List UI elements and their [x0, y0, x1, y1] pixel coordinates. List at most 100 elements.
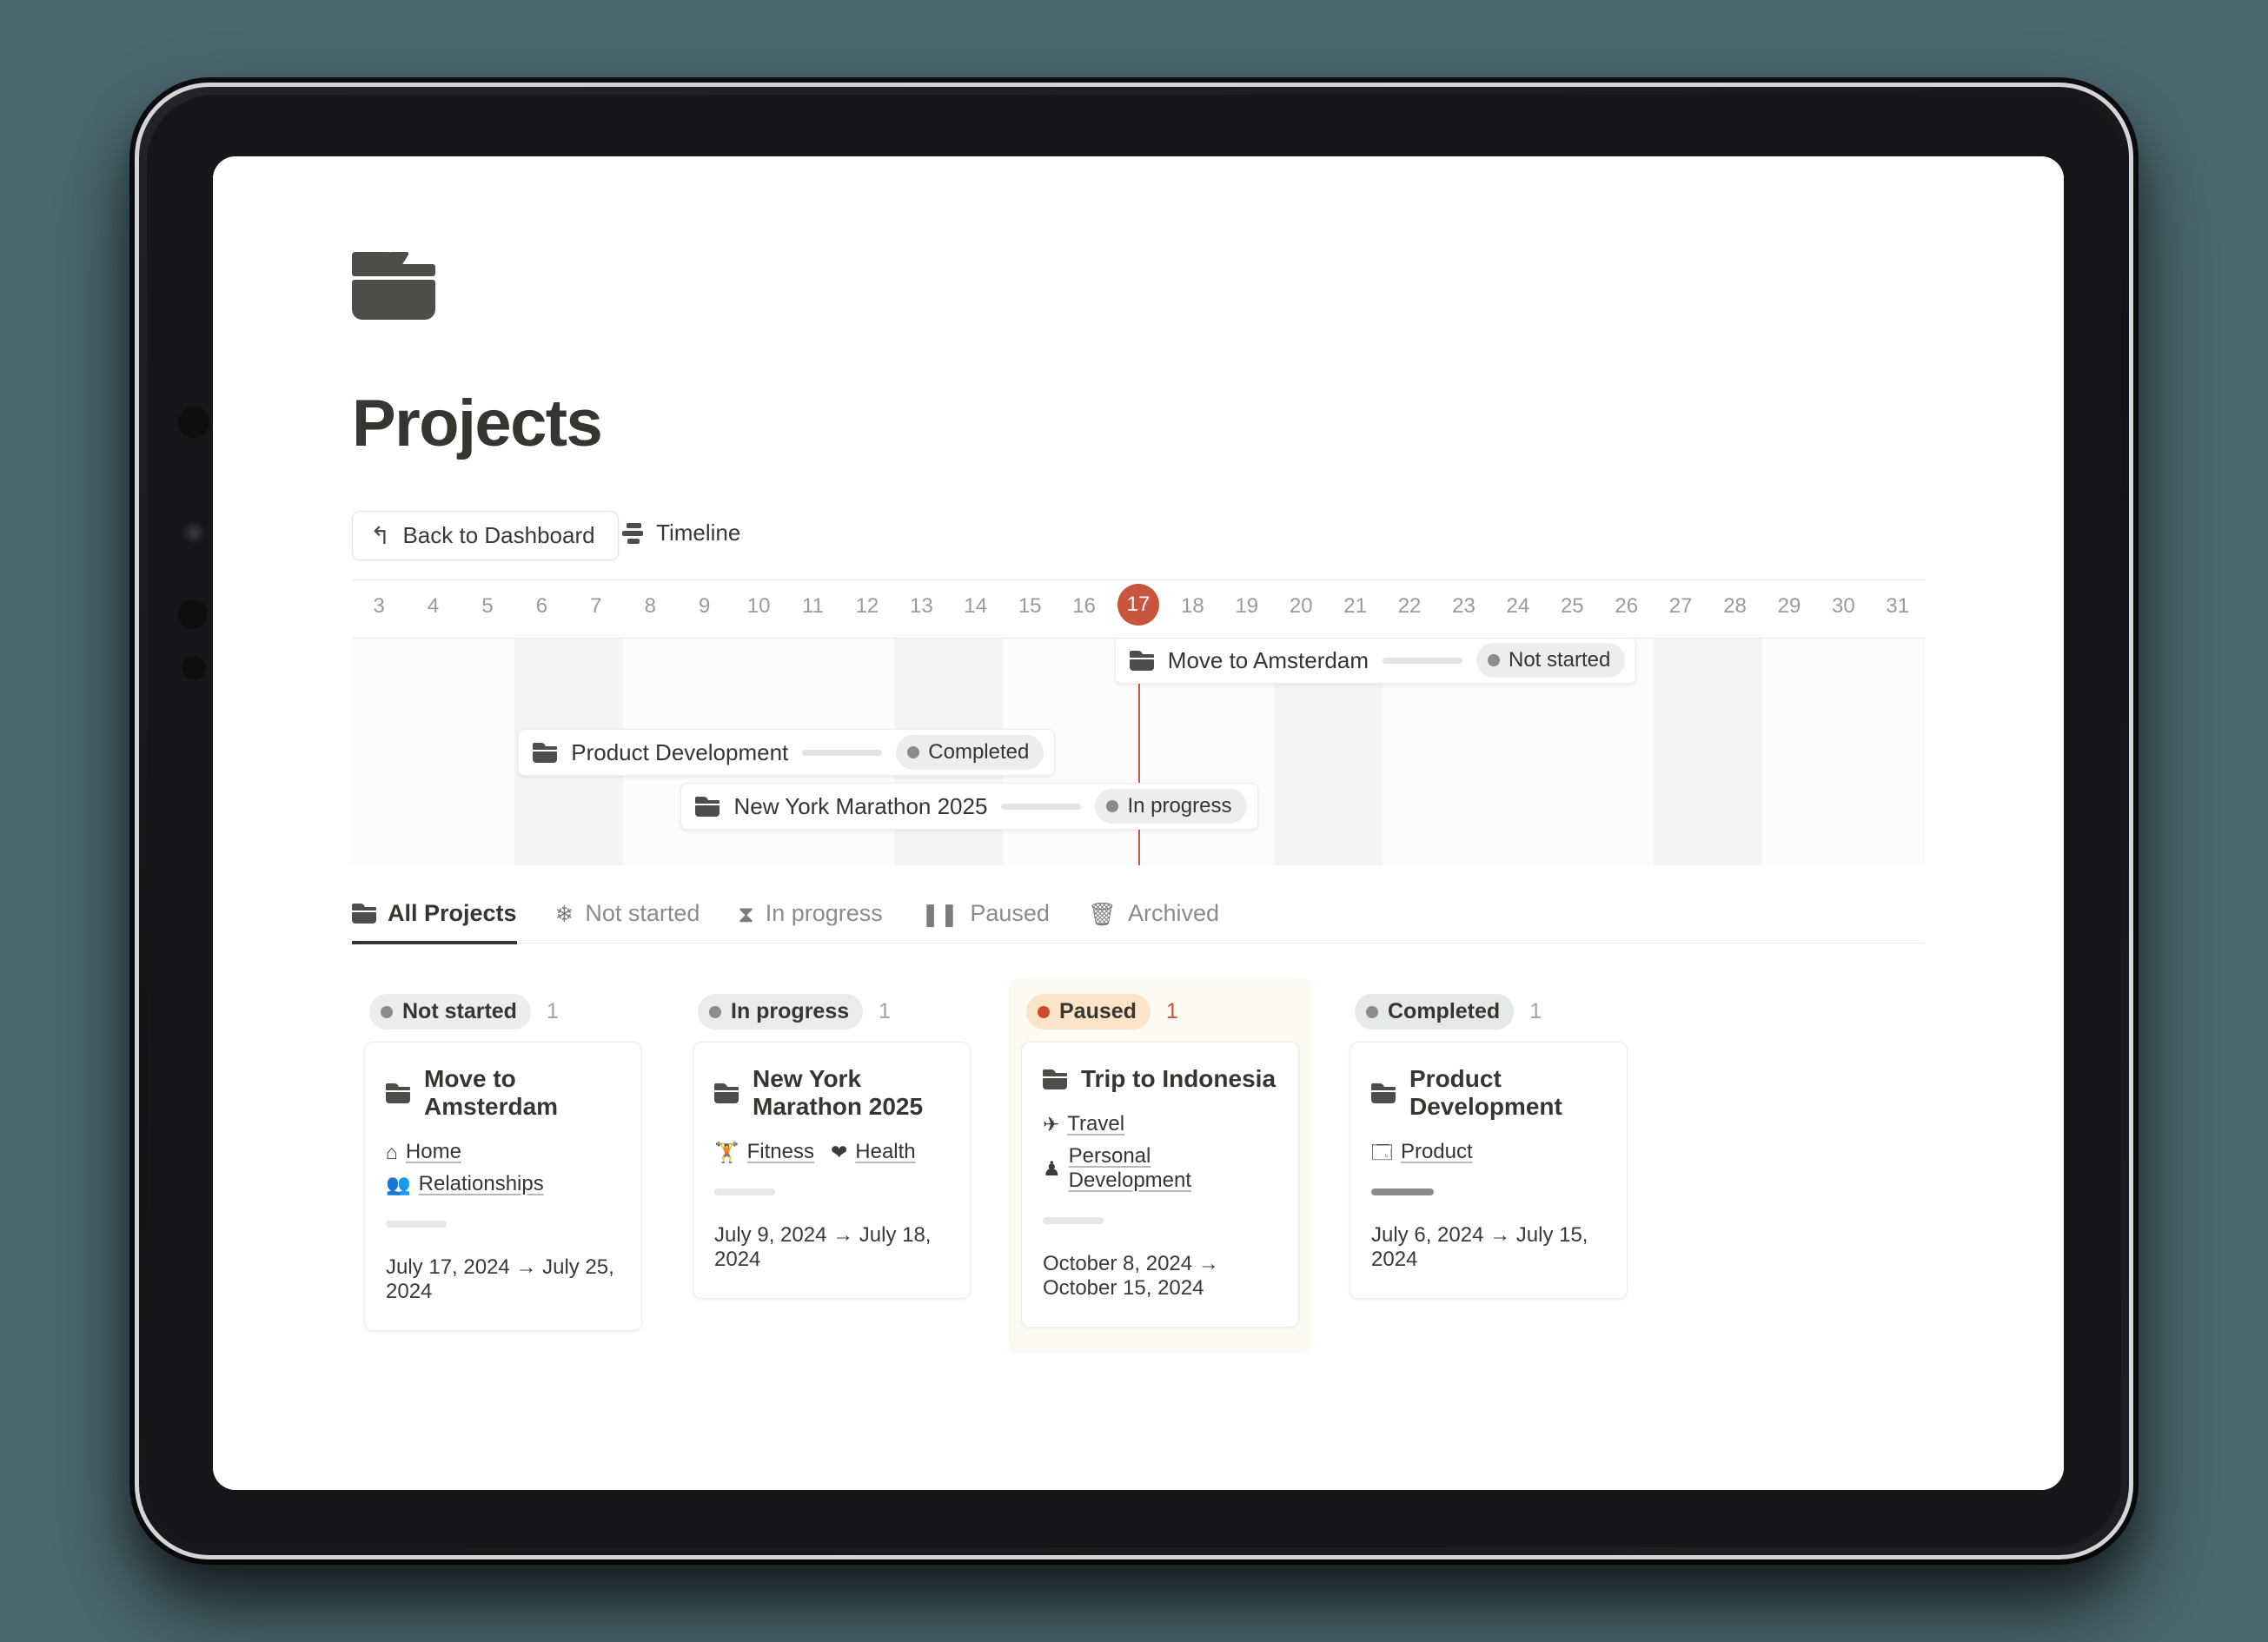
card-tag[interactable]: ✈ Travel — [1043, 1112, 1124, 1136]
project-card[interactable]: Trip to Indonesia ✈ Travel ♟ Personal Develo… — [1021, 1042, 1299, 1328]
tab-icon: ⧗ — [738, 900, 754, 927]
column-header: In progress 1 — [693, 990, 971, 1042]
column-header: Paused 1 — [1021, 990, 1299, 1042]
date-tick: 24 — [1506, 594, 1530, 618]
tag-label: Travel — [1067, 1112, 1125, 1135]
timeline-view-label: Timeline — [656, 520, 741, 546]
date-tick: 3 — [373, 594, 385, 618]
date-tick: 26 — [1615, 594, 1639, 618]
project-card[interactable]: Move to Amsterdam ⌂ Home 👥 Relationships July… — [364, 1042, 642, 1331]
date-tick: 21 — [1343, 594, 1367, 618]
card-title: New York Marathon 2025 — [714, 1065, 949, 1121]
timeline-grid: Move to Amsterdam Not started Product Deve… — [352, 638, 1925, 865]
date-tick: 4 — [427, 594, 440, 618]
card-progress-bar — [1371, 1188, 1434, 1195]
card-title-label: Move to Amsterdam — [424, 1065, 559, 1120]
folder-icon — [533, 742, 558, 763]
tag-label: Home — [405, 1140, 461, 1163]
card-title: Move to Amsterdam — [386, 1065, 620, 1121]
timeline-date-ruler: 3 4 5 6 7 8 9 10 11 12 13 14 15 16 17 18 19 20 21 22 23 24 25 2… — [352, 580, 1925, 638]
date-tick: 10 — [746, 594, 771, 618]
card-tags: ✈ Travel ♟ Personal Development — [1043, 1112, 1277, 1193]
card-tags: ⌂ Home 👥 Relationships — [386, 1140, 620, 1196]
folder-icon — [352, 252, 435, 320]
status-dot — [1038, 1005, 1050, 1018]
tag-label: Personal Development — [1068, 1144, 1192, 1192]
tag-icon: ⌂ — [386, 1140, 398, 1163]
status-badge: Paused — [1026, 994, 1151, 1030]
date-tick: 16 — [1072, 594, 1096, 618]
tab-icon: 🗑 — [1087, 900, 1117, 927]
timeline-chart: 3 4 5 6 7 8 9 10 11 12 13 14 15 16 17 18 19 20 21 22 23 24 25 2… — [352, 580, 1925, 867]
status-label: Paused — [1059, 999, 1137, 1023]
timeline-view-icon — [622, 522, 645, 544]
status-label: Completed — [928, 740, 1030, 764]
date-tick: 15 — [1018, 594, 1042, 618]
tab-timeline[interactable]: Timeline — [622, 520, 740, 546]
column-header: Completed 1 — [1350, 990, 1628, 1042]
tag-label: Relationships — [418, 1172, 544, 1195]
card-tag[interactable]: ⌂ Home — [386, 1140, 461, 1164]
timeline-bar[interactable]: Move to Amsterdam Not started — [1114, 639, 1637, 684]
tag-label: Fitness — [746, 1140, 814, 1163]
timeline-bar[interactable]: Product Development Completed — [518, 729, 1056, 776]
column-count: 1 — [879, 999, 892, 1023]
status-badge: Not started — [369, 994, 531, 1030]
card-title: Product Development — [1371, 1065, 1606, 1121]
board-column: Paused 1 Trip to Indonesia ✈ Travel ♟ Personal… — [1009, 978, 1311, 1354]
timeline-bar-title: Move to Amsterdam — [1167, 646, 1369, 673]
project-card[interactable]: New York Marathon 2025 🏋 Fitness ❤ Health Jul… — [693, 1042, 971, 1299]
card-tag[interactable]: 🏋 Fitness — [714, 1140, 814, 1164]
status-dot — [381, 1005, 393, 1018]
card-tag[interactable]: 🗔 Product — [1371, 1140, 1473, 1164]
tab-label: All Projects — [388, 900, 517, 926]
date-tick: 5 — [481, 594, 494, 618]
tab-all-projects[interactable]: All Projects — [352, 900, 517, 944]
date-tick: 28 — [1723, 594, 1747, 618]
weekend-band — [1653, 639, 1708, 865]
card-tags: 🏋 Fitness ❤ Health — [714, 1140, 949, 1164]
date-tick: 7 — [590, 594, 602, 618]
status-badge: Not started — [1476, 643, 1626, 678]
date-tick: 30 — [1832, 594, 1855, 618]
column-count: 1 — [546, 999, 559, 1023]
status-dot — [1487, 654, 1500, 666]
tab-archived[interactable]: 🗑 Archived — [1088, 900, 1219, 944]
folder-icon — [695, 796, 720, 817]
front-camera — [178, 407, 209, 438]
tab-label: Not started — [585, 900, 700, 926]
project-card[interactable]: Product Development 🗔 Product July 6, 2024 … — [1350, 1042, 1628, 1299]
date-tick: 9 — [699, 594, 711, 618]
status-dot — [1366, 1005, 1378, 1018]
board-column: Not started 1 Move to Amsterdam ⌂ Home 👥 Relat… — [352, 978, 654, 1354]
card-tags: 🗔 Product — [1371, 1140, 1606, 1164]
page-title: Projects — [352, 387, 603, 460]
weekend-band — [1708, 639, 1762, 865]
back-to-dashboard-label: Back to Dashboard — [402, 522, 595, 548]
tab-paused[interactable]: ❚❚ Paused — [921, 900, 1050, 944]
status-badge: Completed — [896, 735, 1044, 770]
tab-in-progress[interactable]: ⧗ In progress — [738, 900, 882, 944]
date-tick: 18 — [1181, 594, 1204, 618]
tab-not-started[interactable]: ❄ Not started — [555, 900, 700, 944]
board-column: Completed 1 Product Development 🗔 Product Jul… — [1337, 978, 1640, 1354]
status-dot — [1106, 800, 1119, 812]
card-tag[interactable]: ♟ Personal Development — [1043, 1144, 1269, 1193]
status-dot — [709, 1005, 721, 1018]
timeline-bar[interactable]: New York Marathon 2025 In progress — [680, 783, 1258, 830]
card-progress-bar — [1043, 1217, 1104, 1224]
tablet-screen: Projects ↰ Back to Dashboard Timeline 3 … — [213, 156, 2064, 1490]
folder-icon — [714, 1083, 739, 1103]
tablet-device-frame: Projects ↰ Back to Dashboard Timeline 3 … — [135, 83, 2133, 1559]
status-badge: In progress — [1095, 789, 1247, 824]
card-progress-bar — [714, 1188, 775, 1195]
card-date-range: July 9, 2024 → July 18, 2024 — [714, 1223, 932, 1271]
ambient-light-sensor — [182, 521, 205, 544]
back-to-dashboard-button[interactable]: ↰ Back to Dashboard — [352, 511, 619, 560]
card-date-range: October 8, 2024 → October 15, 2024 — [1043, 1252, 1219, 1300]
card-tag[interactable]: ❤ Health — [831, 1140, 916, 1164]
microphone-dot — [178, 599, 208, 629]
column-count: 1 — [1529, 999, 1542, 1023]
card-tag[interactable]: 👥 Relationships — [386, 1172, 544, 1196]
status-label: Not started — [402, 999, 517, 1023]
